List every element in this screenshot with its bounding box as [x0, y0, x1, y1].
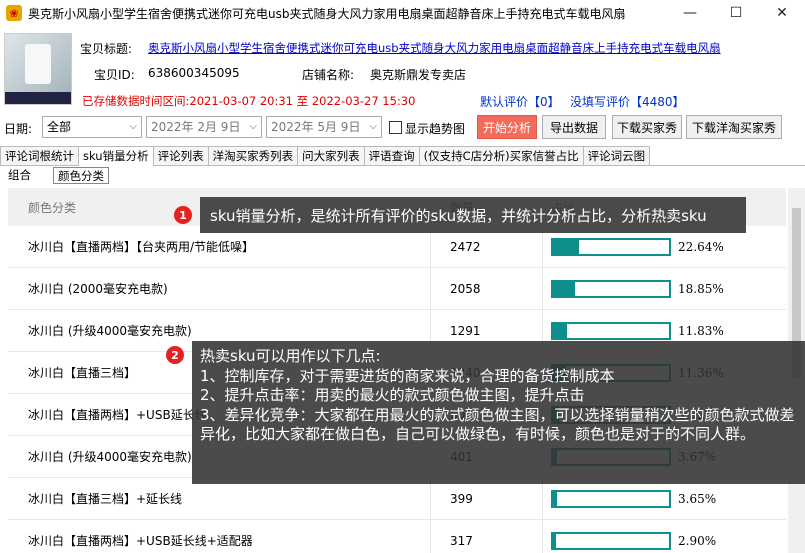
range-select[interactable]: 全部 ⌵ — [42, 116, 142, 138]
column-divider — [542, 478, 543, 519]
title-bar: ❀ 奥克斯小风扇小型学生宿舍便携式迷你可充电usb夹式随身大风力家用电扇桌面超静… — [0, 0, 805, 26]
maximize-button[interactable]: ☐ — [713, 0, 759, 26]
close-button[interactable]: ✕ — [759, 0, 805, 26]
shop-name: 奥克斯鼎发专卖店 — [370, 68, 467, 82]
cell-count: 399 — [450, 492, 473, 506]
sub-tabs: 组合 颜色分类 — [0, 167, 111, 185]
col-header-color: 颜色分类 — [28, 201, 77, 215]
table-row[interactable]: 冰川白 (2000毫安充电款) 2058 18.85% — [8, 268, 786, 310]
trend-checkbox-label: 显示趋势图 — [405, 122, 466, 136]
ratio-bar-fill — [553, 240, 580, 254]
chevron-down-icon: ⌵ — [369, 121, 377, 132]
column-divider — [542, 520, 543, 553]
callout-2-line-2: 1、控制库存，对于需要进货的商家来说，合理的备货控制成本 — [200, 366, 615, 385]
column-divider — [430, 268, 431, 309]
tab-ask-everyone[interactable]: 问大家列表 — [297, 146, 365, 165]
subtab-combination[interactable]: 组合 — [4, 167, 35, 184]
start-date-value: 2022年 2月 9日 — [151, 120, 241, 134]
download-foreign-buyer-show-button[interactable]: 下载洋淘买家秀 — [686, 115, 782, 139]
ratio-bar — [551, 280, 671, 298]
cell-color-name: 冰川白【直播两档】+USB延长线 — [28, 408, 207, 422]
callout-2-line-1: 热卖sku可以用作以下几点: — [200, 347, 381, 365]
cell-color-name: 冰川白【直播三档】 — [28, 366, 137, 380]
tab-review-query[interactable]: 评语查询 — [363, 146, 420, 165]
cell-color-name: 冰川白【直播三档】+延长线 — [28, 492, 183, 506]
column-divider — [430, 520, 431, 553]
tab-buyer-credit[interactable]: (仅支持C店分析)买家信誉占比 — [418, 146, 584, 165]
date-label: 日期: — [4, 122, 33, 136]
cell-color-name: 冰川白 (升级4000毫安充电款) — [28, 450, 192, 464]
chevron-down-icon: ⌵ — [129, 121, 137, 132]
data-time-range: 已存储数据时间区间:2021-03-07 20:31 至 2022-03-27 … — [82, 94, 416, 108]
tab-sku-sales[interactable]: sku销量分析 — [78, 146, 154, 166]
product-title-link[interactable]: 奥克斯小风扇小型学生宿舍便携式迷你可充电usb夹式随身大风力家用电扇桌面超静音床… — [148, 40, 798, 56]
callout-1-badge: 1 — [174, 206, 192, 224]
shop-label: 店铺名称: — [302, 68, 355, 82]
cell-count: 317 — [450, 534, 473, 548]
ratio-bar-fill — [553, 534, 557, 548]
ratio-bar — [551, 490, 671, 508]
cell-color-name: 冰川白 (2000毫安充电款) — [28, 282, 168, 296]
default-review-count[interactable]: 默认评价【0】 — [480, 93, 560, 110]
ratio-bar-fill — [553, 492, 558, 506]
window-title: 奥克斯小风扇小型学生宿舍便携式迷你可充电usb夹式随身大风力家用电扇桌面超静音床… — [28, 6, 626, 21]
callout-2-line-3: 2、提升点击率：用卖的最火的款式颜色做主图，提升点击 — [200, 386, 585, 404]
end-date-picker[interactable]: 2022年 5月 9日 ⌵ — [266, 116, 382, 138]
controls-row: 日期: 全部 ⌵ 2022年 2月 9日 ⌵ 2022年 5月 9日 ⌵ 显示趋… — [0, 114, 805, 140]
cell-color-name: 冰川白【直播两档】+USB延长线+适配器 — [28, 534, 253, 548]
table-row[interactable]: 冰川白【直播三档】+延长线 399 3.65% — [8, 478, 786, 520]
download-buyer-show-button[interactable]: 下载买家秀 — [612, 115, 682, 139]
fan-image — [25, 44, 51, 84]
cell-color-name: 冰川白 (升级4000毫安充电款) — [28, 324, 192, 338]
end-date-value: 2022年 5月 9日 — [271, 120, 361, 134]
tab-word-cloud[interactable]: 评论词云图 — [582, 146, 651, 165]
title-label: 宝贝标题: — [80, 42, 133, 56]
callout-2-line-4: 3、差异化竞争：大家都在用最火的款式颜色做主图，可以选择销量稍次些的颜色款式做差… — [200, 405, 795, 444]
start-date-picker[interactable]: 2022年 2月 9日 ⌵ — [146, 116, 262, 138]
range-select-value: 全部 — [47, 120, 72, 134]
ratio-bar-fill — [553, 324, 567, 338]
minimize-button[interactable]: — — [667, 0, 713, 26]
app-icon: ❀ — [6, 5, 22, 21]
cell-ratio-text: 2.90% — [678, 534, 717, 548]
main-tabs: 评论词根统计 sku销量分析 评论列表 洋淘买家秀列表 问大家列表 评语查询 (… — [0, 146, 805, 166]
id-label: 宝贝ID: — [94, 68, 135, 82]
ratio-bar — [551, 238, 671, 256]
callout-1: sku销量分析，是统计所有评价的sku数据，并统计分析占比，分析热卖sku — [200, 197, 746, 233]
tab-foreign-buyer-show[interactable]: 洋淘买家秀列表 — [207, 146, 299, 165]
start-analysis-button[interactable]: 开始分析 — [477, 115, 537, 139]
callout-2-badge: 2 — [166, 346, 184, 364]
column-divider — [430, 478, 431, 519]
subtab-color[interactable]: 颜色分类 — [53, 167, 109, 184]
cell-ratio-text: 18.85% — [678, 282, 724, 296]
trend-checkbox[interactable] — [389, 121, 402, 134]
column-divider — [542, 268, 543, 309]
ratio-bar-fill — [553, 282, 575, 296]
chevron-down-icon: ⌵ — [249, 121, 257, 132]
ratio-bar — [551, 532, 671, 550]
callout-2: 热卖sku可以用作以下几点: 1、控制库存，对于需要进货的商家来说，合理的备货控… — [192, 341, 805, 484]
product-thumbnail — [4, 33, 72, 105]
cell-count: 2058 — [450, 282, 481, 296]
cell-ratio-text: 3.65% — [678, 492, 717, 506]
table-row[interactable]: 冰川白【直播两档】+USB延长线+适配器 317 2.90% — [8, 520, 786, 553]
tab-word-root[interactable]: 评论词根统计 — [0, 146, 79, 165]
ratio-bar — [551, 322, 671, 340]
product-id: 638600345095 — [148, 66, 240, 80]
export-data-button[interactable]: 导出数据 — [542, 115, 606, 139]
thumbnail-caption-strip — [5, 92, 71, 104]
tab-review-list[interactable]: 评论列表 — [152, 146, 209, 165]
no-review-count[interactable]: 没填写评价【4480】 — [570, 93, 685, 110]
